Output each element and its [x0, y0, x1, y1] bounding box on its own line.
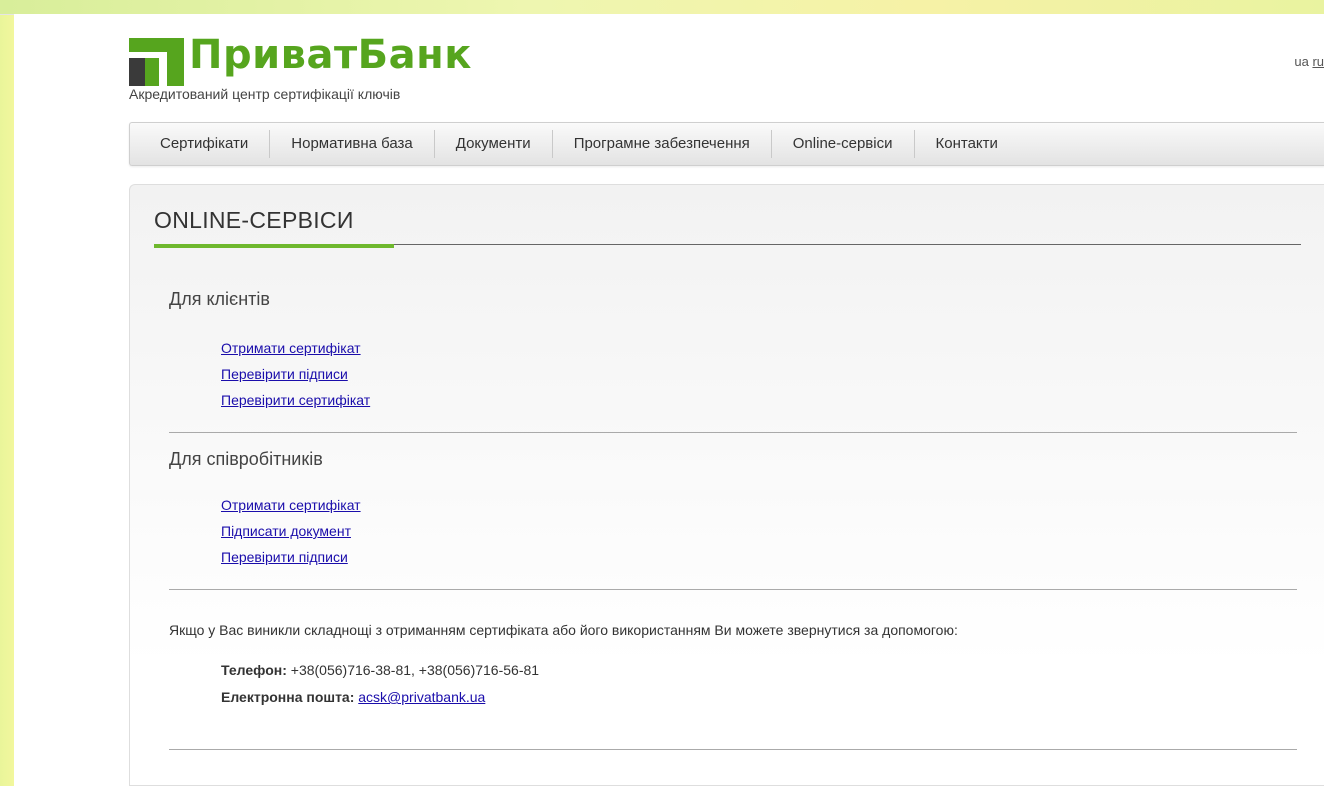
section-divider [169, 589, 1297, 590]
phone-label: Телефон: [221, 662, 287, 678]
title-accent-bar [154, 244, 394, 248]
content-panel: ONLINE-СЕРВІСИ Для клієнтів Отримати сер… [129, 184, 1324, 786]
main-nav: Сертифікати Нормативна база Документи Пр… [129, 122, 1324, 166]
clients-links: Отримати сертифікат Перевірити підписи П… [221, 335, 370, 413]
link-sign-document[interactable]: Підписати документ [221, 518, 361, 544]
employees-links: Отримати сертифікат Підписати документ П… [221, 492, 361, 570]
footer-divider [169, 749, 1297, 750]
contacts-block: Телефон: +38(056)716-38-81, +38(056)716-… [221, 657, 539, 711]
link-verify-certificate[interactable]: Перевірити сертифікат [221, 387, 370, 413]
section-divider [169, 432, 1297, 433]
phone-row: Телефон: +38(056)716-38-81, +38(056)716-… [221, 657, 539, 684]
nav-item-regulations[interactable]: Нормативна база [270, 130, 435, 158]
lang-current: ua [1294, 54, 1309, 69]
nav-item-certificates[interactable]: Сертифікати [130, 130, 271, 158]
nav-item-software[interactable]: Програмне забезпечення [553, 130, 772, 158]
brand-subtitle: Акредитований центр сертифікації ключів [129, 86, 401, 102]
privatbank-logo[interactable]: ПриватБанк Акредитований центр сертифіка… [129, 30, 489, 110]
link-employee-get-certificate[interactable]: Отримати сертифікат [221, 492, 361, 518]
nav-item-contacts[interactable]: Контакти [915, 130, 1019, 158]
nav-item-online-services[interactable]: Online-сервіси [772, 130, 915, 158]
privatbank-logo-icon [129, 38, 184, 86]
page: ПриватБанк Акредитований центр сертифіка… [14, 14, 1324, 786]
brand-name: ПриватБанк [189, 32, 472, 78]
nav-item-documents[interactable]: Документи [435, 130, 553, 158]
email-row: Електронна пошта: acsk@privatbank.ua [221, 684, 539, 711]
email-link[interactable]: acsk@privatbank.ua [358, 689, 485, 705]
email-label: Електронна пошта: [221, 689, 355, 705]
phone-value: +38(056)716-38-81, +38(056)716-56-81 [290, 662, 540, 678]
section-title-employees: Для співробітників [169, 449, 323, 469]
link-verify-signatures[interactable]: Перевірити підписи [221, 361, 370, 387]
help-text: Якщо у Вас виникли складнощі з отримання… [169, 622, 958, 638]
section-title-clients: Для клієнтів [169, 289, 270, 309]
link-get-certificate[interactable]: Отримати сертифікат [221, 335, 370, 361]
link-employee-verify-signatures[interactable]: Перевірити підписи [221, 544, 361, 570]
language-switcher: ua ru [1294, 54, 1324, 69]
page-title: ONLINE-СЕРВІСИ [154, 207, 354, 233]
top-strip [0, 0, 1324, 15]
lang-link-ru[interactable]: ru [1312, 54, 1324, 69]
